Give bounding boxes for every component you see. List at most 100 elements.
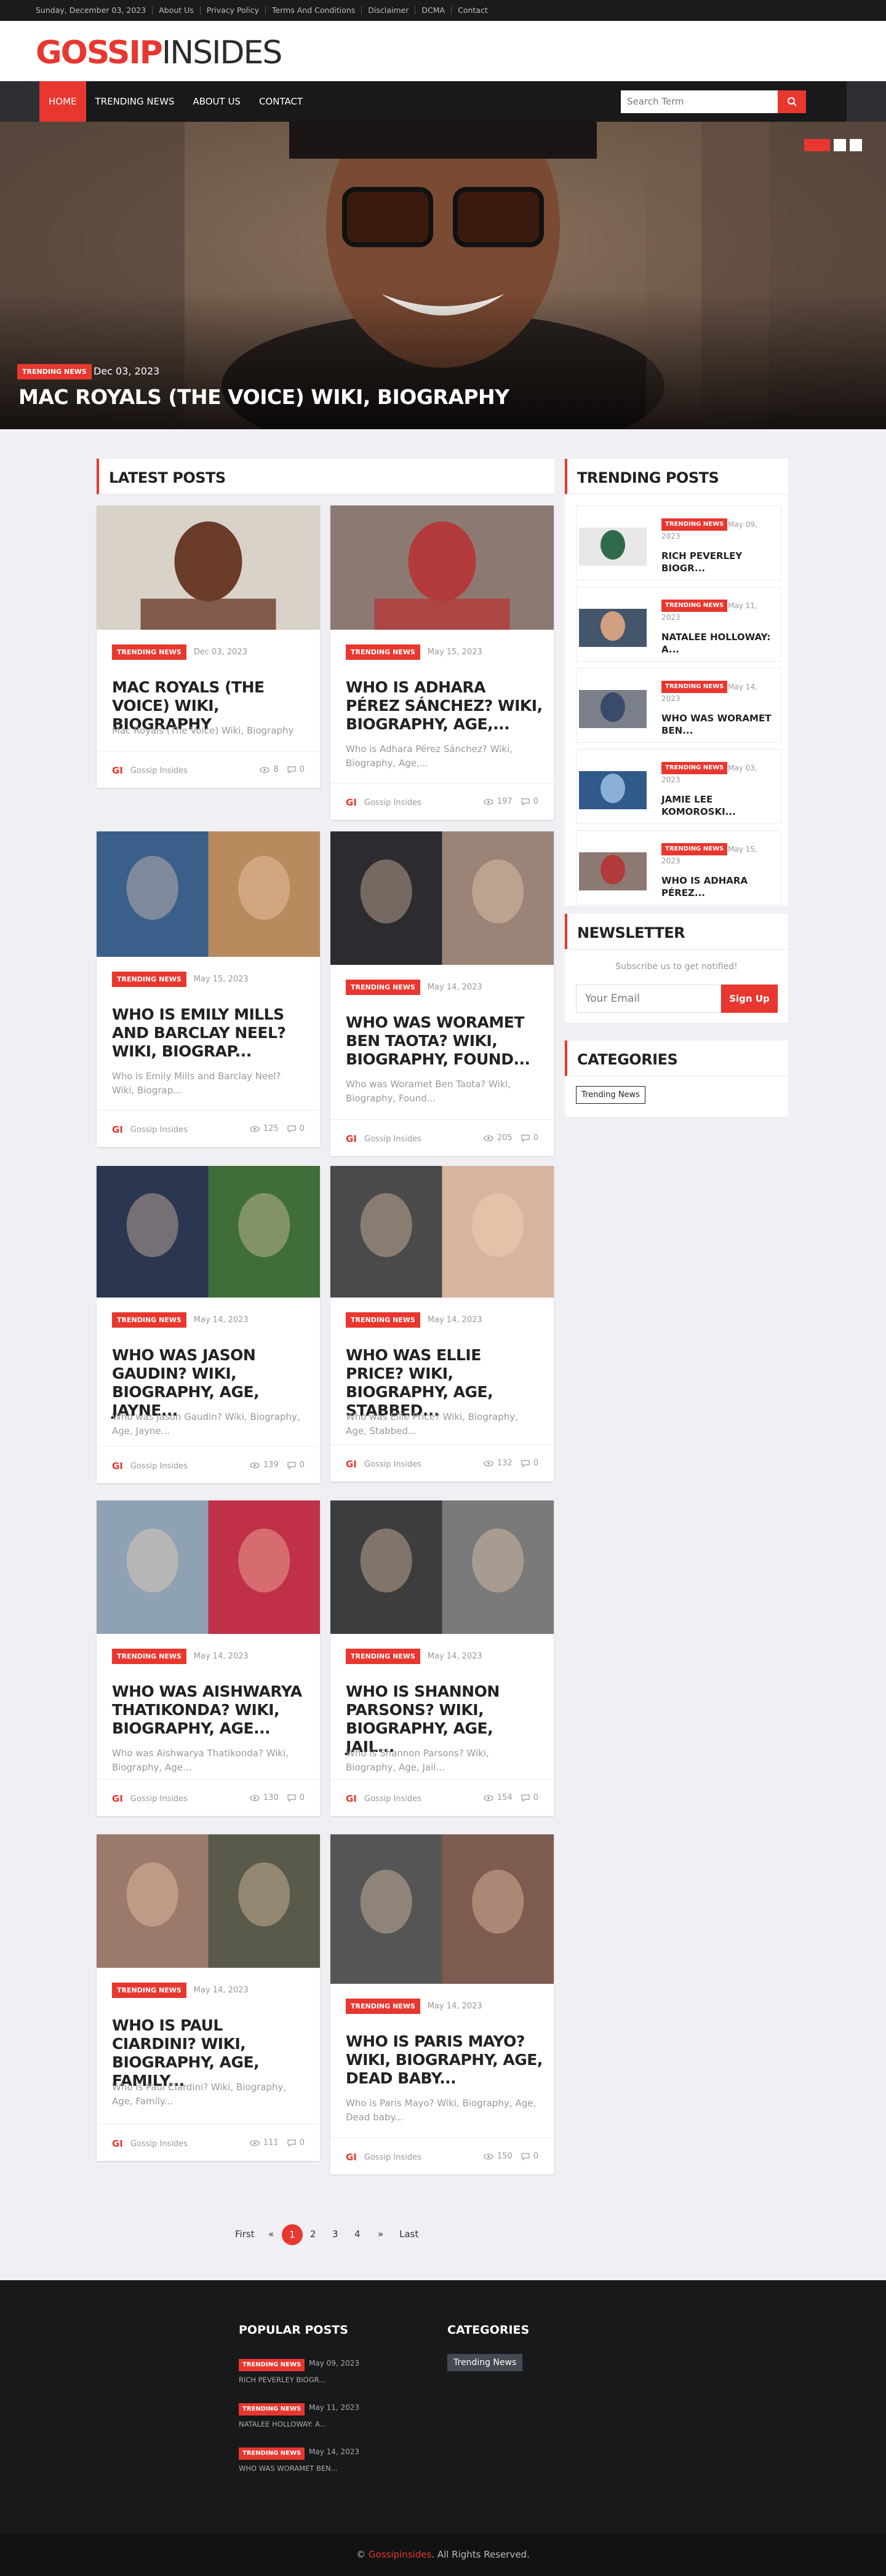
post-card[interactable]: TRENDING NEWS May 14, 2023 WHO WAS WORAMET… [330,831,554,1156]
slider-dot-3[interactable] [850,139,862,151]
post-tag[interactable]: TRENDING NEWS [112,1649,186,1664]
post-tag[interactable]: TRENDING NEWS [112,1983,186,1998]
trending-post[interactable]: TRENDING NEWS May 09, 2023 RICH PEVERLEY BI… [576,505,781,581]
trending-tag[interactable]: TRENDING NEWS [661,762,728,774]
post-card[interactable]: TRENDING NEWS May 15, 2023 WHO IS EMILY MI… [97,831,320,1147]
footer-popular-item[interactable]: TRENDING NEWS May 09, 2023 RICH PEVERLEY… [239,2357,359,2384]
page-next[interactable]: » [378,2229,383,2240]
post-card[interactable]: TRENDING NEWS May 14, 2023 WHO IS PARIS MA… [330,1834,554,2174]
post-tag[interactable]: TRENDING NEWS [346,980,420,995]
trending-thumbnail[interactable] [579,609,647,647]
search-input[interactable]: Search Term [621,90,778,113]
post-title[interactable]: WHO IS PARIS MAYO? WIKI, BIOGRAPHY, AGE,… [346,2032,543,2088]
post-title[interactable]: WHO IS PAUL CIARDINI? WIKI, BIOGRAPHY, A… [112,2016,309,2090]
post-tag[interactable]: TRENDING NEWS [112,644,186,660]
page-4[interactable]: 4 [354,2229,361,2240]
nav-home[interactable]: HOME [39,81,86,122]
post-card[interactable]: TRENDING NEWS May 14, 2023 WHO IS SHANNON … [330,1500,554,1816]
nav-about-us[interactable]: ABOUT US [183,81,250,122]
page-last[interactable]: Last [399,2229,418,2240]
footer-category-chip[interactable]: Trending News [447,2354,523,2371]
nav-trending-news[interactable]: TRENDING NEWS [86,81,184,122]
email-field[interactable]: Your Email [576,985,721,1013]
page-3[interactable]: 3 [332,2229,338,2240]
post-title[interactable]: WHO IS ADHARA PÉREZ SÁNCHEZ? WIKI, BIOGR… [346,678,543,734]
post-author[interactable]: GI Gossip Insides [112,1124,188,1135]
page-2[interactable]: 2 [310,2229,316,2240]
post-title[interactable]: WHO WAS JASON GAUDIN? WIKI, BIOGRAPHY, A… [112,1346,309,1420]
post-tag[interactable]: TRENDING NEWS [346,1649,420,1664]
post-title[interactable]: WHO IS EMILY MILLS AND BARCLAY NEEL? WIK… [112,1005,309,1061]
post-title[interactable]: WHO WAS ELLIE PRICE? WIKI, BIOGRAPHY, AG… [346,1346,543,1420]
top-link-terms[interactable]: Terms And Conditions [265,6,361,15]
post-tag[interactable]: TRENDING NEWS [112,1312,186,1328]
post-tag[interactable]: TRENDING NEWS [346,1312,420,1328]
post-thumbnail[interactable] [330,1500,554,1634]
post-tag[interactable]: TRENDING NEWS [346,644,420,660]
post-thumbnail[interactable] [330,831,554,965]
trending-title[interactable]: WHO WAS WORAMET BEN... [661,713,778,737]
post-title[interactable]: WHO WAS AISHWARYA THATIKONDA? WIKI, BIOG… [112,1682,309,1738]
post-card[interactable]: TRENDING NEWS May 15, 2023 WHO IS ADHARA P… [330,505,554,820]
post-thumbnail[interactable] [330,1166,554,1298]
post-card[interactable]: TRENDING NEWS May 14, 2023 WHO WAS ELLIE P… [330,1166,554,1481]
trending-post[interactable]: TRENDING NEWS May 03, 2023 JAMIE LEE KOMORO… [576,749,781,824]
page-prev[interactable]: « [268,2229,274,2240]
hero-title[interactable]: MAC ROYALS (THE VOICE) WIKI, BIOGRAPHY [18,385,509,409]
post-card[interactable]: TRENDING NEWS Dec 03, 2023 MAC ROYALS (THE… [97,505,320,788]
footer-popular-item[interactable]: TRENDING NEWS May 11, 2023 NATALEE HOLLO… [239,2401,359,2428]
trending-tag[interactable]: TRENDING NEWS [661,681,728,693]
trending-thumbnail[interactable] [579,852,647,890]
category-chip-trending-news[interactable]: Trending News [576,1086,645,1104]
footer-popular-tag[interactable]: TRENDING NEWS [239,2403,305,2415]
page-first[interactable]: First [235,2229,255,2240]
nav-contact[interactable]: CONTACT [250,81,312,122]
post-thumbnail[interactable] [97,1166,320,1298]
post-author[interactable]: GI Gossip Insides [346,1133,421,1144]
trending-post[interactable]: TRENDING NEWS May 14, 2023 WHO WAS WORAMET … [576,668,781,743]
trending-post[interactable]: TRENDING NEWS May 15, 2023 WHO IS ADHARA PÉ… [576,830,781,905]
post-card[interactable]: TRENDING NEWS May 14, 2023 WHO WAS AISHWAR… [97,1500,320,1816]
trending-thumbnail[interactable] [579,528,647,566]
top-link-about[interactable]: About Us [152,6,200,15]
post-thumbnail[interactable] [330,1834,554,1984]
footer-popular-tag[interactable]: TRENDING NEWS [239,2359,305,2371]
copyright-brand-link[interactable]: Gossipinsides [369,2549,431,2560]
post-card[interactable]: TRENDING NEWS May 14, 2023 WHO WAS JASON G… [97,1166,320,1483]
trending-tag[interactable]: TRENDING NEWS [661,518,728,531]
post-title[interactable]: WHO WAS WORAMET BEN TAOTA? WIKI, BIOGRAP… [346,1013,543,1069]
post-thumbnail[interactable] [97,831,320,957]
top-link-disclaimer[interactable]: Disclaimer [361,6,415,15]
hero-slider[interactable]: TRENDING NEWS Dec 03, 2023 MAC ROYALS (T… [0,122,886,429]
trending-thumbnail[interactable] [579,690,647,728]
trending-title[interactable]: NATALEE HOLLOWAY: A... [661,632,778,656]
post-tag[interactable]: TRENDING NEWS [346,1999,420,2014]
trending-title[interactable]: RICH PEVERLEY BIOGR... [661,550,778,574]
trending-title[interactable]: WHO IS ADHARA PÉREZ... [661,875,778,899]
top-link-dcma[interactable]: DCMA [415,6,451,15]
post-author[interactable]: GI Gossip Insides [346,1459,421,1470]
post-title[interactable]: WHO IS SHANNON PARSONS? WIKI, BIOGRAPHY,… [346,1682,543,1756]
trending-title[interactable]: JAMIE LEE KOMOROSKI... [661,794,778,818]
slider-dot-1[interactable] [804,139,830,151]
search-button[interactable] [778,90,806,113]
trending-thumbnail[interactable] [579,771,647,809]
post-author[interactable]: GI Gossip Insides [346,797,421,808]
post-author[interactable]: GI Gossip Insides [112,765,188,776]
trending-tag[interactable]: TRENDING NEWS [661,600,728,612]
post-card[interactable]: TRENDING NEWS May 14, 2023 WHO IS PAUL CIA… [97,1834,320,2161]
post-author[interactable]: GI Gossip Insides [112,2138,188,2149]
hero-tag[interactable]: TRENDING NEWS [17,364,92,379]
post-author[interactable]: GI Gossip Insides [112,1460,188,1472]
post-thumbnail[interactable] [97,505,320,630]
footer-popular-item[interactable]: TRENDING NEWS May 14, 2023 WHO WAS WORAM… [239,2446,359,2473]
post-thumbnail[interactable] [97,1834,320,1968]
site-logo[interactable]: GOSSIPINSIDES [36,37,282,69]
page-1[interactable]: 1 [282,2224,303,2245]
footer-popular-tag[interactable]: TRENDING NEWS [239,2447,305,2460]
post-tag[interactable]: TRENDING NEWS [112,972,186,987]
post-author[interactable]: GI Gossip Insides [112,1793,188,1804]
top-link-privacy[interactable]: Privacy Policy [199,6,265,15]
trending-post[interactable]: TRENDING NEWS May 11, 2023 NATALEE HOLLOWAY… [576,587,781,662]
post-author[interactable]: GI Gossip Insides [346,1793,421,1804]
